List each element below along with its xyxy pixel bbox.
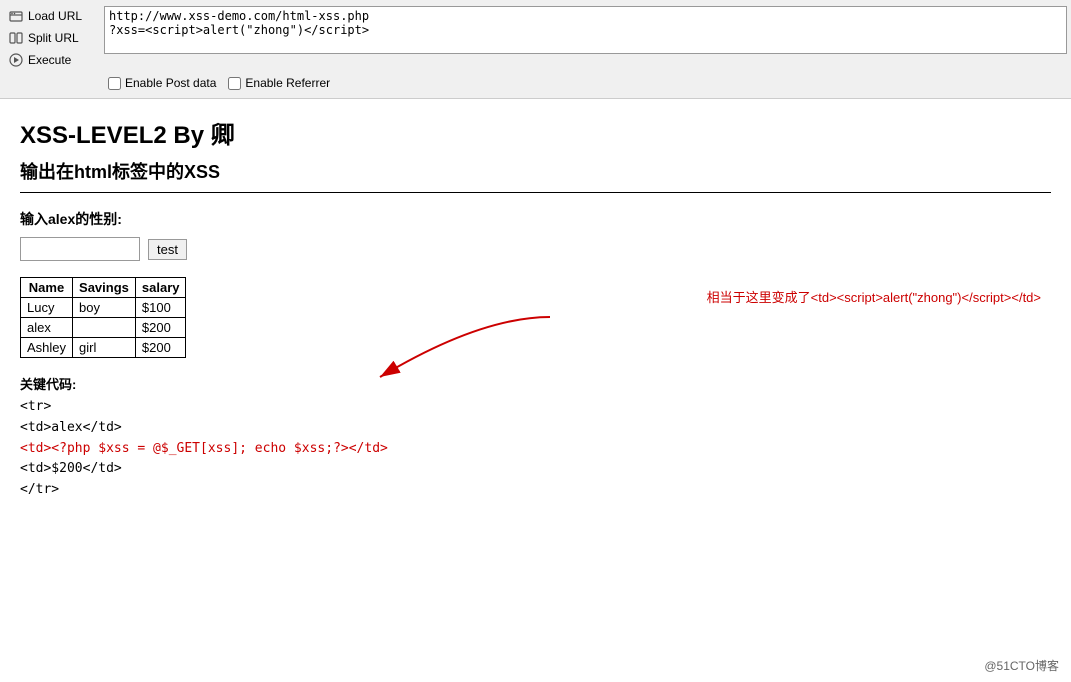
execute-button[interactable]: Execute	[4, 50, 104, 70]
split-url-button[interactable]: Split URL	[4, 28, 104, 48]
annotation-text: 相当于这里变成了<td><script>alert("zhong")</scri…	[707, 287, 1041, 306]
code-line: <td>$200</td>	[20, 459, 1051, 480]
table-cell: $200	[135, 318, 186, 338]
split-url-label: Split URL	[28, 31, 79, 45]
enable-post-checkbox[interactable]	[108, 77, 121, 90]
split-url-icon	[8, 30, 24, 46]
table-header: salary	[135, 278, 186, 298]
execute-icon	[8, 52, 24, 68]
url-input[interactable]: http://www.xss-demo.com/html-xss.php ?xs…	[104, 6, 1067, 54]
table-annotation-area: NameSavingssalary Lucyboy$100alex$200Ash…	[20, 277, 1051, 358]
url-row: Load URL Split URL Execute http://www.xs…	[0, 4, 1071, 72]
divider	[20, 192, 1051, 193]
code-line: </tr>	[20, 480, 1051, 501]
key-code-label: 关键代码:	[20, 374, 1051, 393]
enable-referrer-text: Enable Referrer	[245, 76, 330, 90]
key-code-section: 关键代码: <tr> <td>alex</td> <td><?php $xss …	[20, 374, 1051, 501]
table-cell: Ashley	[21, 338, 73, 358]
footer: @51CTO博客	[984, 657, 1059, 674]
table-row: Ashleygirl$200	[21, 338, 186, 358]
enable-referrer-checkbox[interactable]	[228, 77, 241, 90]
load-url-button[interactable]: Load URL	[4, 6, 104, 26]
load-url-label: Load URL	[28, 9, 82, 23]
table-cell: alex	[21, 318, 73, 338]
table-cell: girl	[73, 338, 136, 358]
toolbar: Load URL Split URL Execute http://www.xs…	[0, 0, 1071, 99]
footer-text: @51CTO博客	[984, 659, 1059, 673]
code-block: <tr> <td>alex</td> <td><?php $xss = @$_G…	[20, 397, 1051, 501]
enable-referrer-label[interactable]: Enable Referrer	[228, 76, 330, 90]
code-line: <td><?php $xss = @$_GET[xss]; echo $xss;…	[20, 439, 1051, 460]
table-header-row: NameSavingssalary	[21, 278, 186, 298]
code-line: <tr>	[20, 397, 1051, 418]
test-button[interactable]: test	[148, 239, 187, 260]
table-header: Name	[21, 278, 73, 298]
main-content: XSS-LEVEL2 By 卿 输出在html标签中的XSS 输入alex的性别…	[0, 99, 1071, 517]
table-row: Lucyboy$100	[21, 298, 186, 318]
page-title: XSS-LEVEL2 By 卿	[20, 115, 1051, 150]
table-cell	[73, 318, 136, 338]
input-row: test	[20, 237, 1051, 261]
execute-label: Execute	[28, 53, 71, 67]
load-url-icon	[8, 8, 24, 24]
table-header: Savings	[73, 278, 136, 298]
table-cell: $100	[135, 298, 186, 318]
input-label: 输入alex的性别:	[20, 209, 1051, 229]
table-cell: boy	[73, 298, 136, 318]
enable-post-label[interactable]: Enable Post data	[108, 76, 216, 90]
table-row: alex $200	[21, 318, 186, 338]
table-cell: Lucy	[21, 298, 73, 318]
table-cell: $200	[135, 338, 186, 358]
data-table: NameSavingssalary Lucyboy$100alex$200Ash…	[20, 277, 186, 358]
checkboxes-row: Enable Post data Enable Referrer	[0, 72, 1071, 94]
left-buttons: Load URL Split URL Execute	[4, 6, 104, 70]
code-line: <td>alex</td>	[20, 418, 1051, 439]
page-subtitle: 输出在html标签中的XSS	[20, 158, 1051, 184]
alex-gender-input[interactable]	[20, 237, 140, 261]
enable-post-text: Enable Post data	[125, 76, 216, 90]
